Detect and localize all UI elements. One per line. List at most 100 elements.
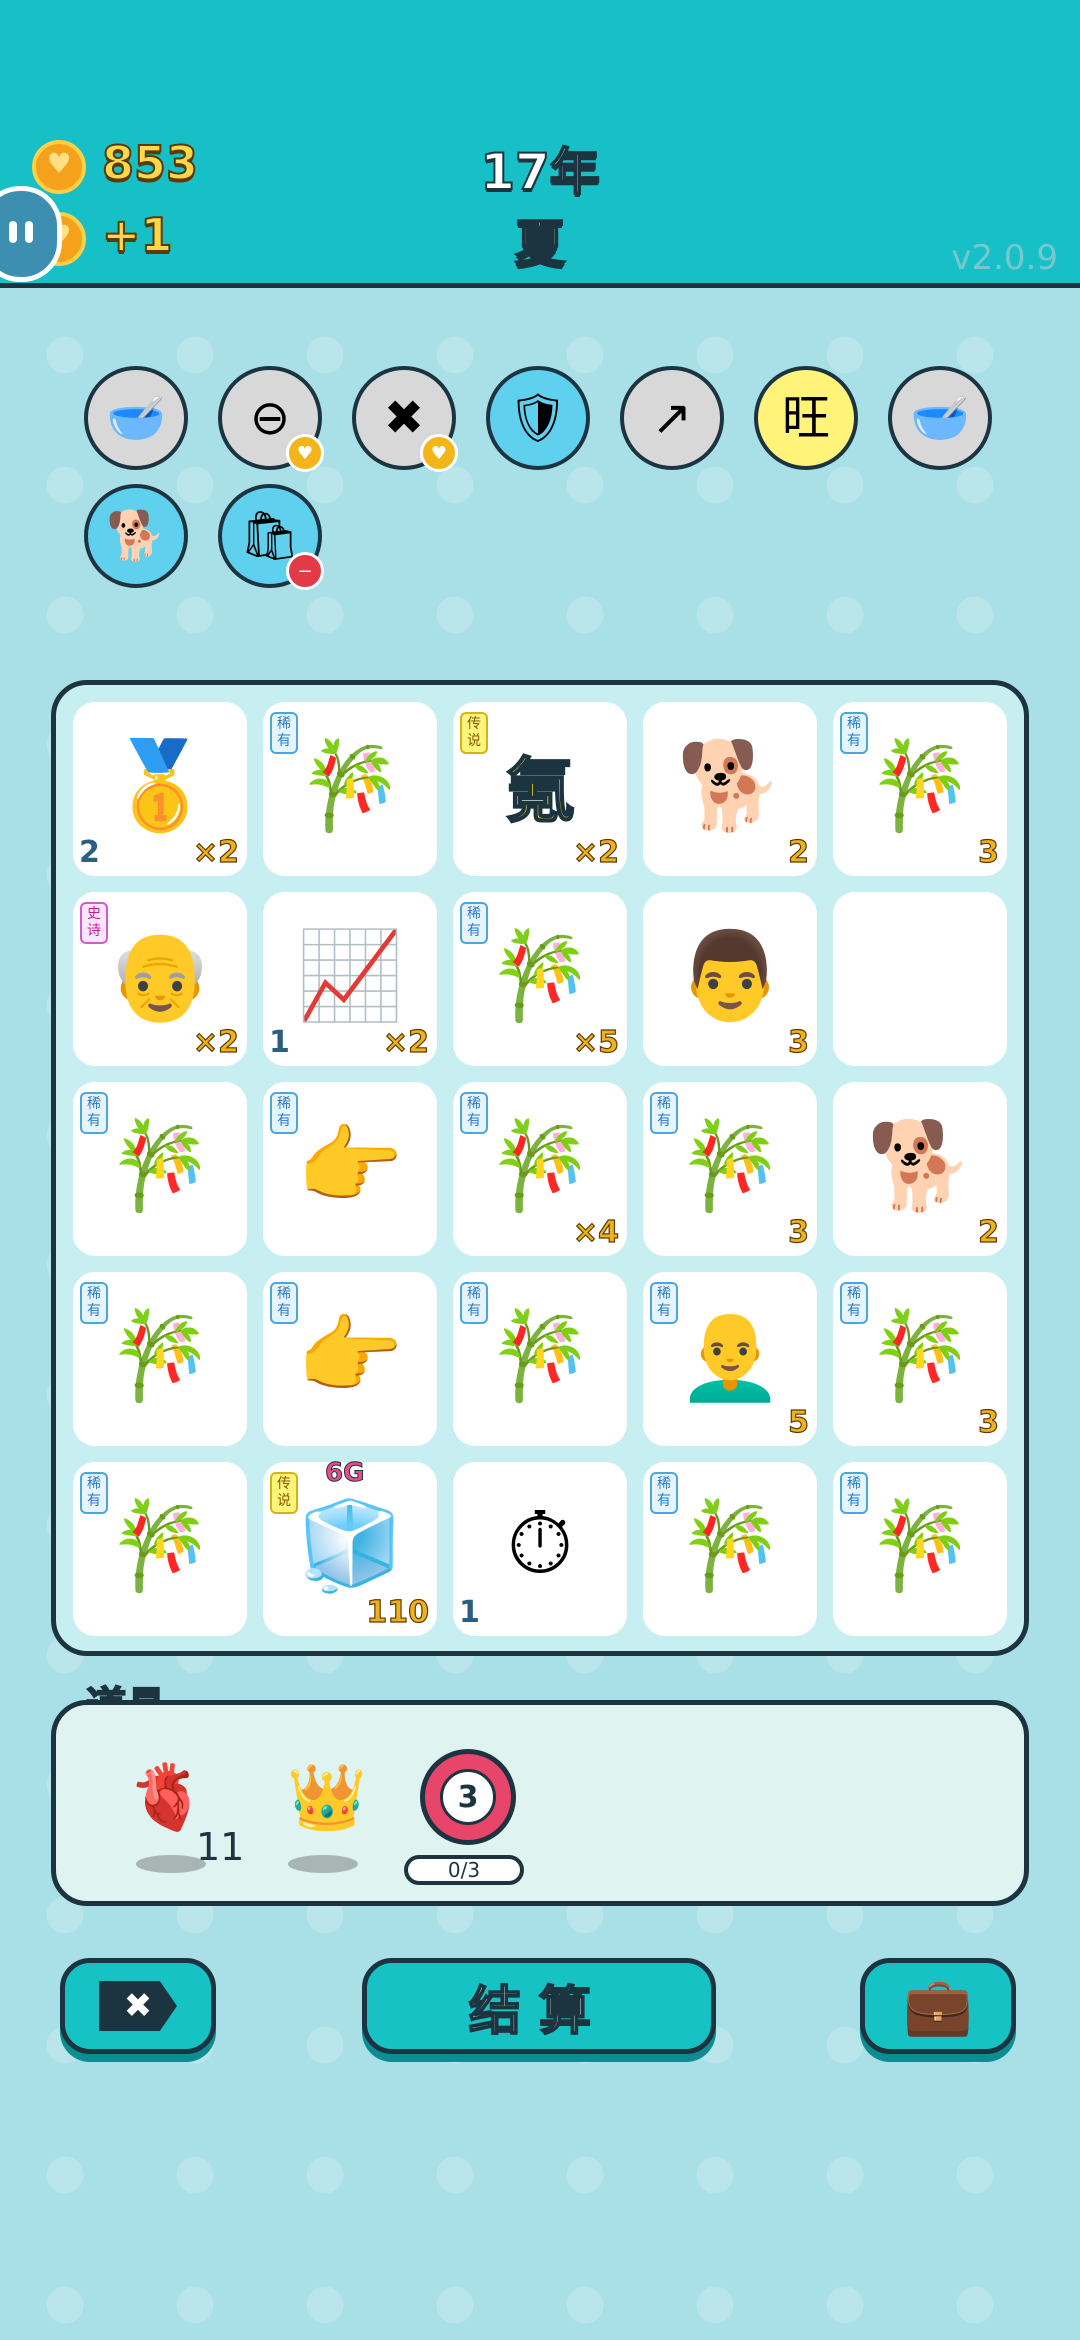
board-cell[interactable]: 🎋 稀有 (643, 1462, 817, 1636)
target-number: 3 (440, 1769, 496, 1825)
board-cell[interactable]: 🎋 稀有 (73, 1462, 247, 1636)
cell-value: ×2 (382, 1024, 429, 1060)
cell-counter: 2 (79, 835, 100, 870)
cell-value: 2 (978, 1214, 1000, 1250)
cell-value: ×5 (572, 1024, 619, 1060)
relic-dog-food-bowl-icon[interactable]: 🥣 (888, 366, 992, 470)
board-cell[interactable]: 🎋 稀有 3 (833, 702, 1007, 876)
board-cell[interactable]: 🎋 稀有 (73, 1082, 247, 1256)
relic-dog-food-bowl-icon[interactable]: 🥣 (84, 366, 188, 470)
rarity-tag: 稀有 (270, 1092, 298, 1134)
rarity-tag: 稀有 (80, 1472, 108, 1514)
board-cell[interactable]: 🎋 稀有 (453, 1272, 627, 1446)
board-cell[interactable]: 🎋 稀有 3 (643, 1082, 817, 1256)
delete-tag-icon: ✖ (383, 390, 425, 446)
board-cell[interactable]: 👉 稀有 (263, 1082, 437, 1256)
rarity-tag: 稀有 (270, 712, 298, 754)
gold-bars-icon: 🥇 (106, 735, 214, 836)
target-progress: 0/3 (404, 1855, 524, 1885)
rarity-tag: 稀有 (270, 1282, 298, 1324)
curved-arrow-icon: ↗ (651, 390, 693, 446)
board-cell[interactable]: 🎋 稀有 (73, 1272, 247, 1446)
relic-badge: ♥ (286, 434, 324, 472)
husky-dog-icon: 🐕 (866, 1115, 974, 1216)
cell-value: 3 (788, 1024, 810, 1060)
board-cell[interactable]: 👉 稀有 (263, 1272, 437, 1446)
inventory-button[interactable]: 💼 (860, 1958, 1016, 2054)
rarity-tag: 稀有 (650, 1092, 678, 1134)
briefcase-icon: 💼 (903, 1974, 973, 2039)
board-cell[interactable]: 🎋 稀有 ×5 (453, 892, 627, 1066)
board-cell[interactable]: 氪传说 ×2 (453, 702, 627, 876)
rarity-tag: 稀有 (460, 1092, 488, 1134)
board-cell[interactable]: 🎋 稀有 3 (833, 1272, 1007, 1446)
wang-characters-icon: 旺 (781, 390, 830, 446)
rarity-tag: 稀有 (80, 1282, 108, 1324)
relic-shiba-dog-icon[interactable]: 🐕 (84, 484, 188, 588)
rarity-tag: 稀有 (840, 1282, 868, 1324)
shield-wrench-icon: 🛡 (507, 390, 569, 446)
board-cell[interactable]: 🧊 传说 6G 110 (263, 1458, 437, 1636)
rarity-tag: 稀有 (840, 712, 868, 754)
version-label: v2.0.9 (951, 238, 1058, 278)
cell-value: ×2 (572, 834, 619, 870)
rarity-tag: 稀有 (460, 1282, 488, 1324)
side-menu-handle[interactable] (0, 186, 62, 282)
relic-curved-arrow-icon[interactable]: ↗ (620, 366, 724, 470)
relic-sack-icon[interactable]: 🛍 − (218, 484, 324, 590)
fridge-label: 6G (324, 1458, 365, 1489)
board-cell[interactable]: 👨‍🦲 稀有 5 (643, 1272, 817, 1446)
rarity-tag: 稀有 (80, 1092, 108, 1134)
trend-chart-icon: 📈 (296, 925, 404, 1026)
cell-value: ×2 (192, 834, 239, 870)
cell-value: ×2 (192, 1024, 239, 1060)
board-cell[interactable]: 🎋 稀有 ×4 (453, 1082, 627, 1256)
props-panel: 🫀 11 👑 3 0/3 (51, 1700, 1029, 1906)
remove-button[interactable]: ✖ (60, 1958, 216, 2054)
board-cell[interactable]: 📈 1 ×2 (263, 892, 437, 1066)
rarity-tag: 传说 (270, 1472, 298, 1514)
board-cell[interactable]: 🐕 2 (643, 702, 817, 876)
husky-dog-icon: 🐕 (676, 735, 784, 836)
crown-icon[interactable]: 👑 (272, 1757, 382, 1837)
cell-value: 3 (978, 1404, 1000, 1440)
target-icon[interactable]: 3 (420, 1749, 516, 1845)
board-cell[interactable]: ⏱ 1 (453, 1462, 627, 1636)
rarity-tag: 稀有 (460, 902, 488, 944)
top-bar: 853 +1 17年 夏 v2.0.9 (0, 0, 1080, 288)
board-cell[interactable] (833, 892, 1007, 1066)
board-cell[interactable]: 🐕 2 (833, 1082, 1007, 1256)
board-cell[interactable]: 🥇 2 ×2 (73, 702, 247, 876)
rarity-tag: 传说 (460, 712, 488, 754)
dog-food-bowl-icon: 🥣 (106, 390, 166, 446)
crown-shadow (288, 1855, 358, 1873)
relic-shield-wrench-icon[interactable]: 🛡 (486, 366, 590, 470)
relic-delete-tag-icon[interactable]: ✖ ♥ (352, 366, 458, 472)
relic-badge: − (286, 552, 324, 590)
relic-wang-characters-icon[interactable]: 旺 (754, 366, 858, 470)
cell-value: 5 (788, 1404, 810, 1440)
board-cell[interactable]: 🎋 稀有 (833, 1462, 1007, 1636)
relic-remove-symbol-icon[interactable]: ⊖ ♥ (218, 366, 324, 472)
cell-value: 110 (366, 1594, 430, 1630)
dog-food-bowl-icon: 🥣 (910, 390, 970, 446)
settle-label: 结算 (468, 1981, 609, 2043)
cell-value: 3 (978, 834, 1000, 870)
board-cell[interactable]: 🎋 稀有 (263, 702, 437, 876)
cell-value: 3 (788, 1214, 810, 1250)
cell-value: 2 (788, 834, 810, 870)
settle-button[interactable]: 结算 (362, 1958, 716, 2054)
rarity-tag: 稀有 (650, 1282, 678, 1324)
cell-counter: 1 (459, 1595, 480, 1630)
stopwatch-icon: ⏱ (506, 1494, 574, 1594)
man-face-icon: 👨 (676, 925, 784, 1026)
rarity-tag: 稀有 (650, 1472, 678, 1514)
remove-symbol-icon: ⊖ (249, 390, 291, 446)
board-cell[interactable]: 👨 3 (643, 892, 817, 1066)
year-label: 17年 (479, 142, 601, 202)
cell-value: ×4 (572, 1214, 619, 1250)
cell-counter: 1 (269, 1025, 290, 1060)
liver-count: 11 (196, 1825, 245, 1869)
slot-board: 🥇 2 ×2 🎋 稀有氪传说 ×2 🐕 2 🎋 稀有 3 👴 史诗 ×2 📈 1 ×2 🎋 稀有 ×5 👨 3 🎋 稀有 👉 稀有… (51, 680, 1029, 1656)
board-cell[interactable]: 👴 史诗 ×2 (73, 892, 247, 1066)
